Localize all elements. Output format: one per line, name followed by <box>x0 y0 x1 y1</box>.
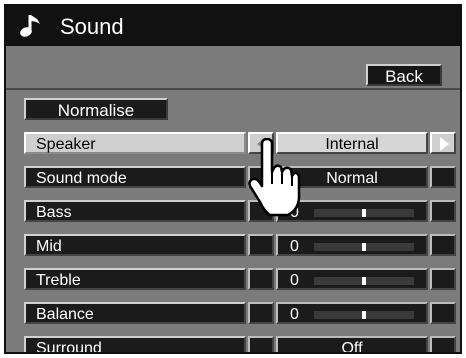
divider <box>6 88 460 90</box>
mid-next-button[interactable] <box>430 234 456 256</box>
surround-row[interactable]: Surround Off <box>24 336 456 354</box>
mid-slider-thumb[interactable] <box>362 243 366 251</box>
surround-value[interactable]: Off <box>276 336 428 354</box>
surround-next-button[interactable] <box>430 336 456 352</box>
surround-prev-button[interactable] <box>248 336 274 352</box>
treble-next-button[interactable] <box>430 268 456 290</box>
treble-slider-thumb[interactable] <box>362 277 366 285</box>
balance-row[interactable]: Balance 0 <box>24 302 456 324</box>
speaker-next-button[interactable] <box>430 132 456 154</box>
treble-row[interactable]: Treble 0 <box>24 268 456 290</box>
balance-value[interactable]: 0 <box>276 302 428 324</box>
speaker-label[interactable]: Speaker <box>24 132 246 154</box>
mid-value[interactable]: 0 <box>276 234 428 256</box>
speaker-row[interactable]: Speaker Internal <box>24 132 456 154</box>
sound-menu-window: Sound Back Normalise Speaker Internal So… <box>4 4 462 354</box>
window-title: Sound <box>60 14 124 39</box>
balance-slider-thumb[interactable] <box>362 311 366 319</box>
mid-prev-button[interactable] <box>248 234 274 256</box>
arrow-right-icon <box>440 137 449 151</box>
surround-value-text: Off <box>341 340 363 354</box>
normalise-button[interactable]: Normalise <box>24 98 168 120</box>
settings-panel: Back Normalise Speaker Internal Sound mo… <box>6 46 460 352</box>
sound-mode-label[interactable]: Sound mode <box>24 166 246 188</box>
treble-prev-button[interactable] <box>248 268 274 290</box>
bass-slider-thumb[interactable] <box>362 209 366 217</box>
treble-label[interactable]: Treble <box>24 268 246 290</box>
bass-next-button[interactable] <box>430 200 456 222</box>
mid-row[interactable]: Mid 0 <box>24 234 456 256</box>
bass-row[interactable]: Bass 0 <box>24 200 456 222</box>
balance-slider-track[interactable] <box>314 311 414 319</box>
bass-slider-track[interactable] <box>314 209 414 217</box>
sound-mode-row[interactable]: Sound mode Normal <box>24 166 456 188</box>
surround-label[interactable]: Surround <box>24 336 246 352</box>
title-bar: Sound <box>6 6 460 46</box>
back-button[interactable]: Back <box>366 64 442 86</box>
balance-next-button[interactable] <box>430 302 456 324</box>
balance-prev-button[interactable] <box>248 302 274 324</box>
mid-slider-track[interactable] <box>314 243 414 251</box>
treble-value[interactable]: 0 <box>276 268 428 290</box>
sound-mode-next-button[interactable] <box>430 166 456 188</box>
pointing-hand-cursor-icon <box>248 138 301 217</box>
bass-label[interactable]: Bass <box>24 200 246 222</box>
mid-label[interactable]: Mid <box>24 234 246 256</box>
balance-label[interactable]: Balance <box>24 302 246 324</box>
treble-slider-track[interactable] <box>314 277 414 285</box>
music-note-icon <box>20 15 40 37</box>
